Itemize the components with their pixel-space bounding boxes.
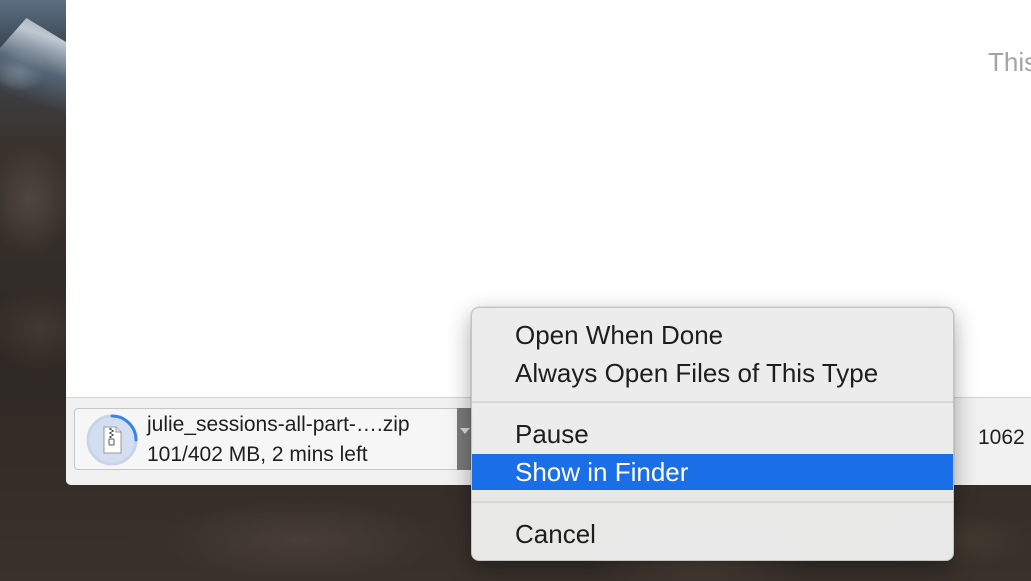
menu-item-pause[interactable]: Pause (472, 416, 953, 452)
download-context-menu: Open When Done Always Open Files of This… (471, 307, 954, 561)
menu-item-cancel[interactable]: Cancel (472, 516, 953, 552)
menu-separator (472, 401, 953, 403)
menu-separator (472, 501, 953, 503)
next-download-item-text[interactable]: 1062 (978, 426, 1025, 450)
download-status: 101/402 MB, 2 mins left (147, 443, 368, 466)
chevron-down-icon (460, 428, 470, 434)
menu-item-always-open-type[interactable]: Always Open Files of This Type (472, 355, 953, 391)
download-progress-ring (86, 414, 138, 466)
download-file-name: julie_sessions-all-part-….zip (147, 413, 410, 436)
page-content-text: This (988, 47, 1031, 77)
menu-item-open-when-done[interactable]: Open When Done (472, 317, 953, 353)
menu-item-show-in-finder[interactable]: Show in Finder (472, 454, 953, 490)
download-item[interactable]: julie_sessions-all-part-….zip 101/402 MB… (74, 408, 487, 470)
zip-file-icon (85, 413, 139, 467)
